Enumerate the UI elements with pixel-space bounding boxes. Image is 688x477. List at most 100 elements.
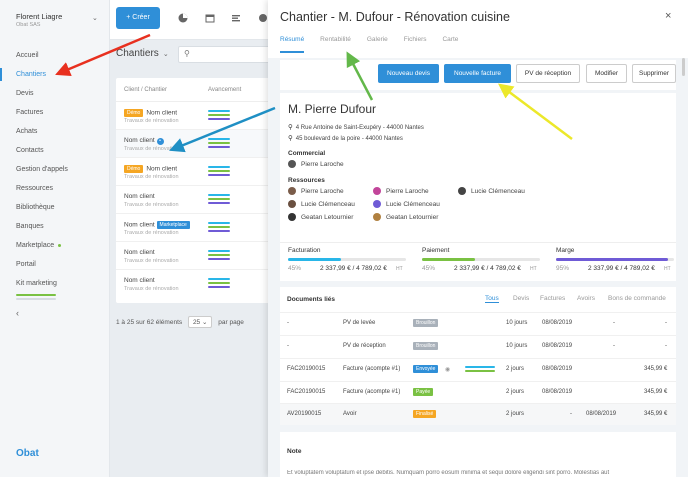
sidebar-item-kit-marketing[interactable]: Kit marketing [0, 274, 110, 293]
tab-rentabilite[interactable]: Rentabilité [320, 36, 351, 51]
doc-tab-devis[interactable]: Devis [513, 295, 529, 302]
column-header: Avancement [208, 87, 242, 93]
sidebar-item-accueil[interactable]: Accueil [0, 46, 110, 65]
search-input[interactable]: ⚲ [178, 46, 280, 63]
table-row[interactable]: Nom client Marketplace Travaux de rénova… [116, 214, 280, 242]
close-icon[interactable]: × [665, 10, 671, 22]
per-page-select[interactable]: 25 ⌄ [187, 316, 213, 328]
doc-tab-factures[interactable]: Factures [540, 295, 565, 302]
tab-resume[interactable]: Résumé [280, 36, 305, 53]
avatar [288, 200, 296, 209]
table-row[interactable]: Démo Nom client Travaux de rénovation [116, 158, 280, 186]
sidebar-item-chantiers[interactable]: Chantiers [0, 65, 110, 84]
document-row[interactable]: AV20190015 Avoir Finalisé 2 jours - 08/0… [280, 403, 676, 425]
person-name: Lucie Clémenceau [301, 201, 355, 208]
eye-icon[interactable]: ◉ [445, 366, 450, 373]
avatar [373, 213, 381, 222]
demo-badge: Démo [124, 109, 144, 117]
sidebar-item-factures[interactable]: Factures [0, 103, 110, 122]
resource-person: Pierre Laroche [373, 187, 429, 197]
doc-number: - [287, 343, 289, 349]
info-icon[interactable]: • [156, 138, 164, 145]
client-name: Nom client [124, 193, 155, 200]
doc-delay: 10 jours [506, 343, 528, 349]
chantier-name: Travaux de rénovation [124, 118, 179, 124]
calendar-icon[interactable] [205, 13, 215, 23]
document-row[interactable]: FAC20190015 Facture (acompte #1) Payée 2… [280, 381, 676, 403]
sidebar-item-marketplace[interactable]: Marketplace [0, 236, 110, 255]
table-row[interactable]: Nom client • Travaux de rénovation [116, 130, 280, 158]
new-quote-button[interactable]: Nouveau devis [378, 64, 439, 83]
doc-amount-ttc: 345,99 € [644, 366, 668, 372]
create-label: Créer [132, 14, 150, 21]
note-title: Note [287, 448, 302, 455]
address-text: 45 boulevard de la poire - 44000 Nantes [295, 136, 403, 142]
doc-type: PV de réception [343, 343, 386, 349]
sidebar-item-devis[interactable]: Devis [0, 84, 110, 103]
user-menu[interactable]: Florent Liagre Obat SAS [16, 12, 62, 28]
client-name: M. Pierre Dufour [288, 102, 377, 116]
list-icon[interactable] [231, 13, 241, 23]
doc-amount-ttc: 345,99 € [644, 411, 668, 417]
progress-bar [208, 278, 230, 280]
document-row[interactable]: - PV de levée Brouillon 10 jours 08/08/2… [280, 312, 676, 334]
stat-fill [556, 258, 669, 261]
sidebar-item-gestion-appels[interactable]: Gestion d'appels [0, 160, 110, 179]
stat-amount: 2 337,99 € / 4 789,02 € [588, 265, 655, 272]
sidebar-item-banques[interactable]: Banques [0, 217, 110, 236]
tab-fichiers[interactable]: Fichiers [404, 36, 427, 51]
doc-date: 08/08/2019 [542, 343, 573, 349]
resource-person: Geatan Letournier [373, 213, 438, 223]
scrollbar[interactable] [682, 58, 685, 76]
sidebar-item-ressources[interactable]: Ressources [0, 179, 110, 198]
doc-status-badge: Brouillon [413, 342, 439, 350]
progress-bars [208, 278, 230, 290]
table-row[interactable]: Nom client Travaux de rénovation [116, 242, 280, 270]
demo-badge: Démo [124, 165, 144, 173]
doc-tab-tous[interactable]: Tous [485, 295, 499, 303]
chevron-down-icon[interactable]: ⌄ [92, 14, 98, 22]
sidebar-item-bibliotheque[interactable]: Bibliothèque [0, 198, 110, 217]
edit-button[interactable]: Modifier [586, 64, 627, 83]
new-invoice-button[interactable]: Nouvelle facture [444, 64, 511, 83]
resource-person: Pierre Laroche [288, 187, 344, 197]
note-card: Note Et voluptatem voluptatum et ipse de… [280, 432, 676, 477]
list-title[interactable]: Chantiers ⌄ [116, 48, 169, 59]
create-button[interactable]: + Créer [116, 7, 160, 29]
per-page-label: par page [218, 319, 244, 326]
doc-tab-avoirs[interactable]: Avoirs [577, 295, 595, 302]
collapse-icon[interactable]: ‹ [16, 308, 19, 318]
delete-button[interactable]: Supprimer [632, 64, 676, 83]
doc-amount: - [570, 411, 572, 417]
doc-type: PV de levée [343, 320, 376, 326]
panel-header: Chantier - M. Dufour - Rénovation cuisin… [268, 0, 688, 58]
progress-bar [465, 366, 495, 368]
sidebar-item-portail[interactable]: Portail [0, 255, 110, 274]
clock-icon[interactable] [258, 13, 268, 23]
commercial-label: Commercial [288, 150, 326, 157]
pie-chart-icon[interactable] [178, 13, 188, 23]
doc-date: 08/08/2019 [542, 389, 573, 395]
progress-bars [208, 250, 230, 262]
stat-fill [422, 258, 476, 261]
doc-number: AV20190015 [287, 411, 322, 417]
search-icon: ⚲ [184, 49, 190, 58]
sidebar-item-achats[interactable]: Achats [0, 122, 110, 141]
sidebar-item-contacts[interactable]: Contacts [0, 141, 110, 160]
progress-bar [208, 250, 230, 252]
tab-carte[interactable]: Carte [442, 36, 458, 51]
table-row[interactable]: Nom client Travaux de rénovation [116, 270, 280, 298]
panel-title: Chantier - M. Dufour - Rénovation cuisin… [280, 10, 510, 24]
document-row[interactable]: FAC20190015 Facture (acompte #1) Envoyée… [280, 358, 676, 380]
progress-bar [208, 230, 230, 232]
progress-bar [208, 170, 230, 172]
document-row[interactable]: - PV de réception Brouillon 10 jours 08/… [280, 335, 676, 357]
client-name: Nom client [124, 221, 155, 229]
table-row[interactable]: Démo Nom client Travaux de rénovation [116, 102, 280, 130]
reception-pv-button[interactable]: PV de réception [516, 64, 580, 83]
pagination-text: 1 à 25 sur 62 éléments [116, 319, 183, 326]
table-row[interactable]: Nom client Travaux de rénovation [116, 186, 280, 214]
client-card: M. Pierre Dufour ⚲ 4 Rue Antoine de Saint… [280, 93, 676, 281]
doc-tab-bons-commande[interactable]: Bons de commande [608, 295, 666, 302]
tab-galerie[interactable]: Galerie [367, 36, 388, 51]
